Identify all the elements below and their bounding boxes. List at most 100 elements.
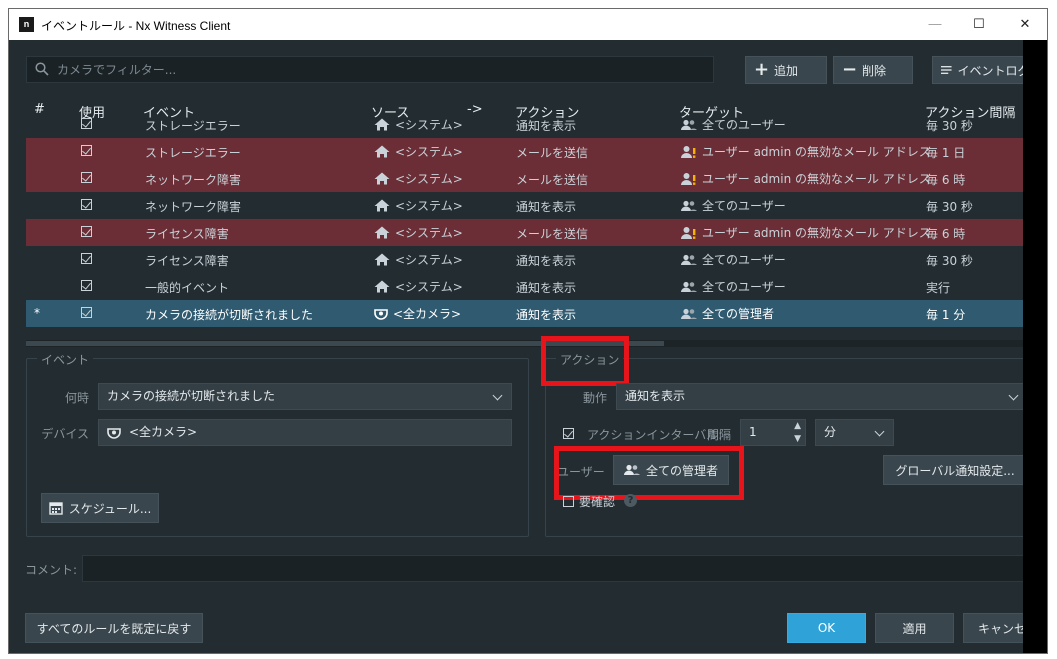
row-source-text: <システム> xyxy=(395,172,463,186)
interval-unit-select[interactable]: 分 xyxy=(815,419,894,446)
global-notification-settings-button[interactable]: グローバル通知設定... xyxy=(883,455,1027,485)
table-row[interactable]: ストレージエラー <システム> 通知を表示 全てのユーザー 毎 30 秒 xyxy=(26,111,1033,138)
comment-input[interactable] xyxy=(82,555,1042,582)
row-interval: 毎 30 秒 xyxy=(926,119,973,133)
row-target: ユーザー admin の無効なメール アドレス xyxy=(681,143,931,160)
action-select[interactable]: 通知を表示 xyxy=(616,383,1028,410)
close-button[interactable]: ✕ xyxy=(1013,13,1037,35)
row-source-text: <システム> xyxy=(395,253,463,267)
users-icon xyxy=(681,308,697,319)
table-row[interactable]: ライセンス障害 <システム> メールを送信 ユーザー admin の無効なメール アド… xyxy=(26,219,1033,246)
row-source: <システム> xyxy=(374,197,463,214)
users-icon xyxy=(681,119,697,130)
row-event: ネットワーク障害 xyxy=(145,200,242,214)
device-label: デバイス xyxy=(41,427,89,441)
row-interval: 毎 6 時 xyxy=(926,173,966,187)
row-event: ストレージエラー xyxy=(145,119,241,133)
row-enabled-checkbox[interactable] xyxy=(81,226,92,237)
row-source-text: <システム> xyxy=(395,118,463,132)
home-icon xyxy=(374,172,390,185)
when-select[interactable]: カメラの接続が切断されました xyxy=(98,383,512,410)
table-row[interactable]: * カメラの接続が切断されました <全カメラ> 通知を表示 全ての管理者 毎 1 分 xyxy=(26,300,1033,327)
row-target-text: ユーザー admin の無効なメール アドレス xyxy=(702,172,931,186)
schedule-button[interactable]: スケジュール... xyxy=(41,493,159,523)
window-edge-overlay xyxy=(1023,40,1047,653)
interval-spinbox[interactable]: 1 ▲ ▼ xyxy=(740,419,806,446)
row-enabled-checkbox[interactable] xyxy=(81,280,92,291)
home-icon xyxy=(374,226,390,239)
table-row[interactable]: 一般的イベント <システム> 通知を表示 全てのユーザー 実行 xyxy=(26,273,1033,300)
row-target: ユーザー admin の無効なメール アドレス xyxy=(681,224,931,241)
highlight-user-field xyxy=(554,446,744,500)
row-enabled-checkbox[interactable] xyxy=(81,118,92,129)
table-row[interactable]: ネットワーク障害 <システム> メールを送信 ユーザー admin の無効なメール ア… xyxy=(26,165,1033,192)
row-enabled-checkbox[interactable] xyxy=(81,307,92,318)
user-warning-icon xyxy=(681,226,696,239)
row-source-text: <全カメラ> xyxy=(393,307,462,321)
row-source-text: <システム> xyxy=(395,226,463,240)
apply-button-label: 適用 xyxy=(902,621,927,636)
users-icon xyxy=(681,281,697,292)
row-source: <システム> xyxy=(374,116,463,133)
row-target: 全てのユーザー xyxy=(681,251,786,268)
plus-icon: + xyxy=(754,59,770,80)
home-icon xyxy=(374,118,390,131)
row-target-text: ユーザー admin の無効なメール アドレス xyxy=(702,145,931,159)
action-interval-checkbox[interactable] xyxy=(563,428,574,439)
row-event: ストレージエラー xyxy=(145,146,241,160)
row-event: ライセンス障害 xyxy=(145,254,229,268)
row-interval: 毎 30 秒 xyxy=(926,200,973,214)
row-action: 通知を表示 xyxy=(516,254,577,268)
row-enabled-checkbox[interactable] xyxy=(81,199,92,210)
row-action: 通知を表示 xyxy=(516,308,577,322)
help-icon[interactable]: ? xyxy=(624,494,637,507)
row-source: <全カメラ> xyxy=(374,305,461,322)
minimize-button[interactable]: — xyxy=(923,13,947,35)
require-confirmation-checkbox[interactable] xyxy=(563,496,574,507)
table-row[interactable]: ストレージエラー <システム> メールを送信 ユーザー admin の無効なメール ア… xyxy=(26,138,1033,165)
row-interval: 毎 6 時 xyxy=(926,227,966,241)
row-event: ネットワーク障害 xyxy=(145,173,242,187)
highlight-action-legend xyxy=(541,336,629,386)
camera-icon xyxy=(374,308,388,320)
row-action: 通知を表示 xyxy=(516,200,577,214)
camera-icon xyxy=(107,427,121,439)
delete-button[interactable]: − 削除 xyxy=(833,56,913,84)
row-target-text: ユーザー admin の無効なメール アドレス xyxy=(702,226,931,240)
row-action: メールを送信 xyxy=(516,173,589,187)
row-enabled-checkbox[interactable] xyxy=(81,172,92,183)
event-rules-window: n イベントルール - Nx Witness Client — ☐ ✕ + 追加… xyxy=(8,8,1048,654)
row-target-text: 全てのユーザー xyxy=(702,253,786,267)
add-button[interactable]: + 追加 xyxy=(745,56,827,84)
search-input[interactable] xyxy=(57,60,697,79)
table-row[interactable]: ネットワーク障害 <システム> 通知を表示 全てのユーザー 毎 30 秒 xyxy=(26,192,1033,219)
spin-down-icon[interactable]: ▼ xyxy=(794,433,801,445)
row-enabled-checkbox[interactable] xyxy=(81,145,92,156)
ok-button[interactable]: OK xyxy=(787,613,866,643)
chevron-down-icon xyxy=(492,390,503,401)
when-select-value: カメラの接続が切断されました xyxy=(107,389,276,403)
action-interval-checkbox-label: アクションインターバル: xyxy=(587,428,723,442)
horizontal-scrollbar[interactable] xyxy=(26,340,1033,347)
apply-button[interactable]: 適用 xyxy=(875,613,954,643)
chevron-down-icon xyxy=(1008,390,1019,401)
ok-button-label: OK xyxy=(817,621,836,635)
require-confirmation-label: 要確認 xyxy=(579,495,616,509)
reset-all-rules-label: すべてのルールを既定に戻す xyxy=(36,621,192,636)
row-enabled-checkbox[interactable] xyxy=(81,253,92,264)
maximize-button[interactable]: ☐ xyxy=(967,13,991,35)
spin-up-icon[interactable]: ▲ xyxy=(794,420,801,432)
table-row[interactable]: ライセンス障害 <システム> 通知を表示 全てのユーザー 毎 30 秒 xyxy=(26,246,1033,273)
row-source: <システム> xyxy=(374,224,463,241)
add-button-label: 追加 xyxy=(774,63,799,78)
users-icon xyxy=(681,254,697,265)
home-icon xyxy=(374,145,390,158)
home-icon xyxy=(374,280,390,293)
row-interval: 毎 30 秒 xyxy=(926,254,973,268)
minus-icon: − xyxy=(842,59,858,80)
row-target: 全てのユーザー xyxy=(681,197,786,214)
row-event: 一般的イベント xyxy=(145,281,230,295)
device-select[interactable]: <全カメラ> xyxy=(98,419,512,446)
row-source: <システム> xyxy=(374,251,463,268)
reset-all-rules-button[interactable]: すべてのルールを既定に戻す xyxy=(25,613,203,643)
